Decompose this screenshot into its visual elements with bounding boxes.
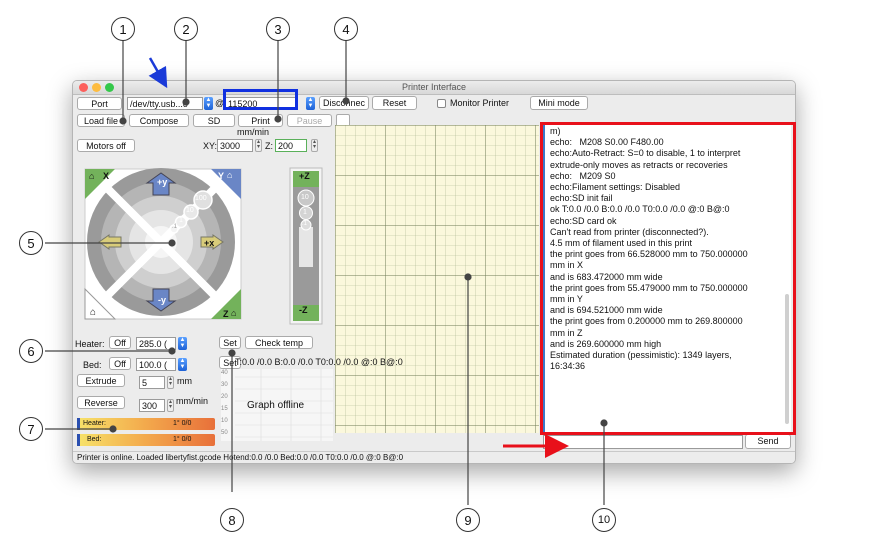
blue-pointer-arrow [148,57,168,89]
callout-1-dot [119,117,127,125]
callout-4-dot [342,97,350,105]
callout-10: 10 [592,508,616,532]
callout-6: 6 [19,339,43,363]
callout-3: 3 [266,17,290,41]
callout-3-dot [274,115,282,123]
callout-9: 9 [456,508,480,532]
callout-4: 4 [334,17,358,41]
callout-5: 5 [19,231,43,255]
callout-9-dot [464,273,472,281]
callout-10-dot [600,419,608,427]
callout-6-dot [168,347,176,355]
callout-2: 2 [174,17,198,41]
callout-8-dot [228,349,236,357]
callout-5-dot [168,239,176,247]
callout-2-dot [182,98,190,106]
callout-8: 8 [220,508,244,532]
callout-1: 1 [111,17,135,41]
callout-7: 7 [19,417,43,441]
callout-7-dot [109,425,117,433]
annotation-overlay [45,40,608,505]
